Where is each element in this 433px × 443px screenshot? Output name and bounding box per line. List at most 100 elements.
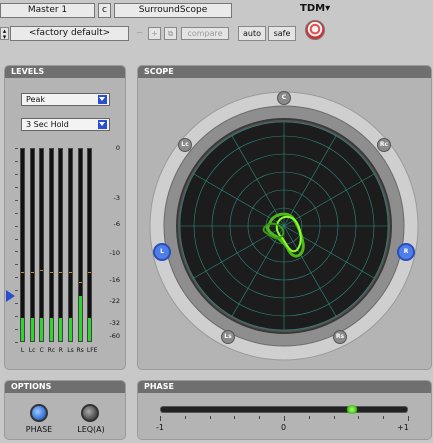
- scale-tick-mark: [15, 316, 18, 318]
- scale-tick-label: -32: [109, 318, 120, 327]
- phase-option-label: PHASE: [25, 425, 53, 434]
- preset-field[interactable]: <factory default>: [10, 26, 129, 41]
- phase-panel: PHASE -1 0 +1: [137, 380, 432, 440]
- phase-tick-mark: [234, 416, 236, 419]
- phase-tick-mark: [284, 416, 285, 421]
- scale-tick-mark: [15, 264, 18, 266]
- meter-fill: [78, 296, 82, 341]
- phase-tick-mark: [184, 416, 186, 419]
- channel-label: R: [58, 347, 63, 354]
- copy-icon[interactable]: ⧉: [164, 27, 177, 40]
- channel-label: Lc: [28, 347, 36, 354]
- options-panel: OPTIONS PHASE LEQ(A): [4, 380, 126, 440]
- preset-minus-button[interactable]: −: [133, 27, 146, 40]
- speaker-ls-button[interactable]: Ls: [221, 330, 235, 344]
- meter-lfe: [87, 148, 93, 342]
- scale-tick-mark: [15, 199, 18, 201]
- meter-r: [58, 148, 64, 342]
- meter-fill: [69, 317, 72, 341]
- scale-tick-label: 0: [115, 144, 120, 152]
- auto-button[interactable]: auto: [238, 26, 266, 41]
- scale-tick-mark: [15, 160, 18, 162]
- channel-label: LFE: [86, 347, 98, 354]
- peak-hold-marker: [30, 272, 34, 274]
- meter-l: [20, 148, 25, 342]
- phase-title: PHASE: [138, 381, 431, 393]
- meter-lc: [29, 148, 35, 342]
- speaker-lc-button[interactable]: Lc: [178, 138, 192, 152]
- speaker-rc-button[interactable]: Rc: [377, 138, 391, 152]
- phase-tick-mark: [209, 416, 211, 419]
- scale-tick-mark: [15, 277, 18, 279]
- meter-fill: [30, 317, 34, 341]
- meter-fill: [40, 317, 44, 341]
- scale-tick-mark: [15, 186, 18, 188]
- channel-label: Rs: [76, 347, 84, 354]
- peak-hold-marker: [69, 272, 72, 274]
- peak-hold-marker: [21, 272, 24, 274]
- phase-min-label: -1: [156, 423, 164, 432]
- plugin-name-field[interactable]: SurroundScope: [114, 3, 232, 18]
- surround-scope-display: [149, 91, 419, 361]
- peak-hold-marker: [59, 272, 63, 274]
- peak-hold-marker: [40, 270, 44, 272]
- options-title: OPTIONS: [5, 381, 125, 393]
- speaker-c-button[interactable]: C: [277, 91, 291, 105]
- phase-max-label: +1: [397, 423, 409, 432]
- meter-fill: [49, 317, 53, 341]
- tdm-label[interactable]: TDM▾: [300, 3, 340, 17]
- peak-hold-marker: [49, 272, 53, 274]
- scale-tick-mark: [15, 290, 18, 292]
- bypass-power-icon[interactable]: [305, 20, 325, 40]
- peak-hold-marker: [88, 272, 92, 274]
- speaker-l-button[interactable]: L: [153, 243, 171, 261]
- scale-tick-mark: [15, 225, 18, 227]
- phase-tick-mark: [160, 416, 161, 421]
- phase-meter-track: [160, 406, 408, 413]
- scale-tick-mark: [15, 238, 18, 240]
- channel-label: Ls: [67, 347, 74, 354]
- leq-led-button[interactable]: [81, 404, 99, 422]
- scale-tick-mark: [15, 329, 18, 331]
- scale-tick-mark: [15, 212, 18, 214]
- scale-tick-label: -3: [113, 194, 120, 203]
- phase-tick-mark: [333, 416, 335, 419]
- scale-tick-label: -10: [109, 248, 120, 257]
- scale-tick-mark: [15, 303, 18, 305]
- phase-tick-mark: [383, 416, 385, 419]
- level-meters: L Lc C Rc R Ls Rs LFE 0 -3 -6 -10 -16 -22 -32 -60: [5, 66, 125, 366]
- channel-label: C: [39, 347, 44, 354]
- phase-tick-mark: [408, 416, 409, 421]
- phase-tick-mark: [358, 416, 360, 419]
- channel-label: Rc: [47, 347, 56, 354]
- channel-letter-field[interactable]: c: [98, 3, 111, 18]
- scale-tick-mark: [15, 251, 18, 253]
- scale-tick-label: -60: [109, 332, 120, 341]
- leq-option-label: LEQ(A): [77, 425, 105, 434]
- scale-tick-label: -6: [113, 219, 120, 228]
- phase-tick-mark: [308, 416, 310, 419]
- scale-tick-label: -22: [109, 297, 120, 306]
- meter-fill: [59, 317, 63, 341]
- peak-hold-marker: [78, 281, 82, 283]
- scale-tick-mark: [15, 342, 18, 343]
- meter-rs: [77, 148, 83, 342]
- track-name-field[interactable]: Master 1: [0, 3, 95, 18]
- preset-plus-button[interactable]: +: [148, 27, 161, 40]
- scale-tick-mark: [15, 148, 18, 149]
- preset-updown-icon[interactable]: ▴ ▾: [0, 27, 9, 41]
- safe-button[interactable]: safe: [268, 26, 296, 41]
- phase-led-button[interactable]: [30, 404, 48, 422]
- compare-button[interactable]: compare: [181, 27, 229, 40]
- meter-fill: [88, 317, 92, 341]
- scale-tick-mark: [15, 173, 18, 175]
- meter-fill: [21, 317, 24, 341]
- meter-marker-icon[interactable]: [6, 290, 15, 302]
- speaker-rs-button[interactable]: Rs: [333, 330, 347, 344]
- phase-tick-mark: [259, 416, 261, 419]
- tdm-arrow-icon: ▾: [325, 3, 331, 14]
- meter-c: [39, 148, 45, 342]
- speaker-r-button[interactable]: R: [397, 243, 415, 261]
- channel-label: L: [20, 347, 25, 354]
- levels-panel: LEVELS Peak 3 Sec Hold L Lc C Rc R Ls Rs LFE 0 -3…: [4, 65, 126, 370]
